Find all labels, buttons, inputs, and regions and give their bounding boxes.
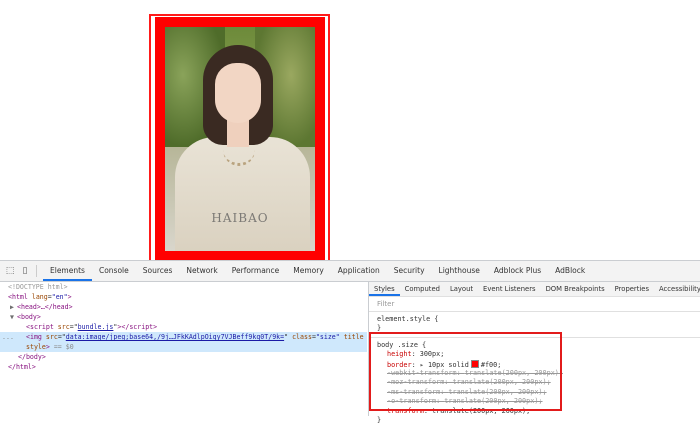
decl-value: 10px solid (427, 360, 469, 369)
subtab-event-listeners[interactable]: Event Listeners (478, 282, 541, 296)
toolbar-divider (36, 265, 37, 277)
decl-color-value: #f00; (480, 360, 502, 369)
decl-value: translate(200px, 200px); (432, 406, 531, 415)
html-close-text: </html> (8, 363, 36, 371)
decl-webkit-transform[interactable]: -webkit-transform: translate(200px, 200p… (377, 369, 700, 378)
img-class-attr: class (292, 333, 312, 341)
decl-value: translate(200px, 200px); (448, 387, 547, 396)
tab-application[interactable]: Application (331, 261, 387, 281)
neck (227, 119, 249, 147)
decl-value: 300px; (419, 350, 445, 359)
img-src-link[interactable]: data:image/jpeg;base64,/9j…JFkKAdlpOiqy7… (66, 333, 284, 341)
subtab-styles[interactable]: Styles (369, 282, 400, 296)
styles-subtabs: Styles Computed Layout Event Listeners D… (369, 282, 700, 297)
tab-adblock[interactable]: AdBlock (548, 261, 592, 281)
html-tag-name: html (11, 293, 28, 301)
selected-node-marker: == $0 (53, 343, 74, 351)
gutter-dots[interactable]: ... (2, 332, 14, 342)
expand-triangle-icon[interactable]: ▶ (10, 302, 17, 312)
script-src-link[interactable]: bundle.js (78, 323, 114, 331)
decl-prop: -ms-transform (387, 387, 441, 396)
tab-memory[interactable]: Memory (286, 261, 331, 281)
decl-prop: -webkit-transform (387, 368, 457, 377)
decl-border[interactable]: border: ▸ 10px solid #f00; (377, 359, 700, 369)
image-frame[interactable]: HAIBAO (155, 17, 325, 261)
subtab-accessibility[interactable]: Accessibility (654, 282, 700, 296)
tab-lighthouse[interactable]: Lighthouse (432, 261, 487, 281)
dom-node-doctype[interactable]: <!DOCTYPE html> (0, 282, 367, 292)
dom-node-html-close[interactable]: </html> (0, 362, 367, 372)
elements-tree: <!DOCTYPE html> <html lang="en"> ▶ <head>… (0, 282, 367, 416)
decl-ms-transform[interactable]: -ms-transform: translate(200px, 200px); (377, 388, 700, 397)
collapse-triangle-icon[interactable]: ▼ (10, 312, 17, 322)
decl-prop: transform (387, 406, 424, 415)
element-style-close: } (377, 324, 382, 333)
body-open-text: <body> (17, 313, 41, 321)
decl-value: translate(200px, 200px); (452, 378, 551, 387)
subtab-layout[interactable]: Layout (445, 282, 478, 296)
subtab-computed[interactable]: Computed (400, 282, 445, 296)
expand-arrow-icon[interactable]: ▸ (420, 361, 424, 369)
decl-prop: height (387, 350, 412, 359)
size-rule[interactable]: body .size { height: 300px; border: ▸ 10… (369, 338, 700, 425)
head-node-text: <head>…</head> (17, 303, 73, 311)
html-lang-attr: lang (31, 293, 48, 301)
devtools-panel: ⬚ ▯ Elements Console Sources Network Per… (0, 260, 700, 424)
img-class-value: "size" (315, 333, 340, 341)
tab-elements[interactable]: Elements (43, 261, 92, 281)
script-tag-name: script (29, 323, 54, 331)
tab-console[interactable]: Console (92, 261, 136, 281)
face (215, 63, 261, 123)
decl-o-transform[interactable]: -o-transform: translate(200px, 200px); (377, 397, 700, 406)
decl-value: translate(200px, 200px); (444, 397, 543, 406)
dom-node-head[interactable]: ▶ <head>…</head> (0, 302, 367, 312)
styles-filter-input[interactable]: Filter (369, 297, 700, 312)
dom-node-html[interactable]: <html lang="en"> (0, 292, 367, 302)
page-viewport: HAIBAO (0, 0, 700, 277)
tab-sources[interactable]: Sources (136, 261, 180, 281)
decl-prop: -moz-transform (387, 378, 445, 387)
body-close-text: </body> (18, 353, 46, 361)
tab-adblock-plus[interactable]: Adblock Plus (487, 261, 548, 281)
img-title-attr: title (343, 333, 364, 341)
rule-close: } (377, 415, 382, 424)
tab-network[interactable]: Network (179, 261, 224, 281)
dom-node-img-continued[interactable]: style> == $0 (0, 342, 367, 352)
element-style-open: element.style { (377, 315, 439, 323)
color-swatch-icon[interactable] (470, 359, 479, 368)
decl-transform[interactable]: transform: translate(200px, 200px); (377, 407, 700, 416)
img-src-attr: src (45, 333, 58, 341)
img-style-attr: style (26, 343, 46, 351)
dom-node-body-close[interactable]: </body> (0, 352, 367, 362)
rule-selector[interactable]: body .size { (377, 341, 700, 350)
doctype-text: <!DOCTYPE html> (8, 283, 68, 291)
element-style-rule[interactable]: element.style { } (369, 312, 700, 338)
dom-node-body[interactable]: ▼ <body> (0, 312, 367, 322)
subtab-properties[interactable]: Properties (610, 282, 654, 296)
device-toolbar-icon[interactable]: ▯ (20, 266, 30, 276)
decl-moz-transform[interactable]: -moz-transform: translate(200px, 200px); (377, 378, 700, 387)
tab-security[interactable]: Security (387, 261, 432, 281)
html-lang-value: "en" (51, 293, 68, 301)
portrait-photo[interactable]: HAIBAO (165, 27, 315, 251)
script-src-attr: src (57, 323, 70, 331)
dom-node-script[interactable]: <script src="bundle.js"></script> (0, 322, 367, 332)
devtools-tabbar: ⬚ ▯ Elements Console Sources Network Per… (0, 261, 700, 282)
decl-height[interactable]: height: 300px; (377, 350, 700, 359)
script-close-tag-name: script (129, 323, 154, 331)
img-tag-name: img (29, 333, 42, 341)
subtab-dom-breakpoints[interactable]: DOM Breakpoints (541, 282, 610, 296)
watermark-text: HAIBAO (211, 211, 269, 225)
styles-pane: Styles Computed Layout Event Listeners D… (368, 282, 700, 424)
decl-prop: border (387, 360, 412, 369)
tab-performance[interactable]: Performance (225, 261, 287, 281)
dom-node-img-selected[interactable]: ... <img src="data:image/jpeg;base64,/9j… (0, 332, 367, 342)
decl-value: translate(200px, 200px); (464, 368, 563, 377)
decl-prop: -o-transform (387, 397, 437, 406)
inspect-element-icon[interactable]: ⬚ (5, 266, 15, 276)
